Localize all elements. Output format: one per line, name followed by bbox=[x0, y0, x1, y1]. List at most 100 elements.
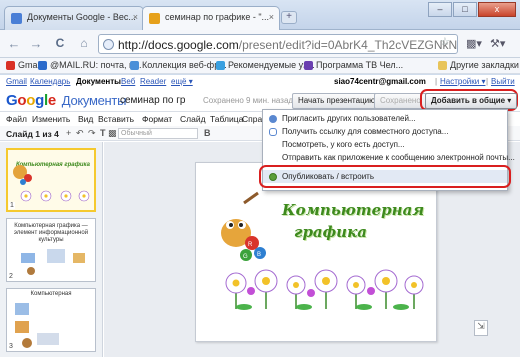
tab-seminar[interactable]: семинар по графике - "... × bbox=[142, 6, 280, 30]
bookmark-label: @MAIL.RU: почта, н... bbox=[50, 60, 142, 70]
gbar-calendar-link[interactable]: Календарь bbox=[30, 77, 70, 86]
docs-page: Gmail Календарь Документы Веб Reader ещё… bbox=[0, 75, 520, 357]
window-controls: – □ x bbox=[428, 2, 516, 17]
dd-email-attachment[interactable]: Отправить как приложение к сообщению эле… bbox=[263, 151, 515, 164]
menu-table[interactable]: Таблица bbox=[210, 114, 243, 124]
dd-see-access[interactable]: Посмотреть, у кого есть доступ... bbox=[263, 138, 507, 151]
url-path: /present/edit?id=0AbrK4_Th2cVEZGNkNjc2c2… bbox=[238, 38, 458, 52]
new-tab-button[interactable]: + bbox=[281, 11, 297, 24]
back-arrow-icon[interactable]: ← bbox=[4, 35, 24, 53]
gbar-separator: | bbox=[435, 77, 438, 86]
slide-number: 1 bbox=[9, 202, 15, 209]
settings-link[interactable]: Настройки ▾ bbox=[440, 77, 485, 86]
forward-arrow-icon[interactable]: → bbox=[26, 35, 46, 53]
dd-item-label: Получить ссылку для совместного доступа.… bbox=[282, 127, 449, 136]
browser-titlebar: Документы Google - Вес... × семинар по г… bbox=[0, 0, 520, 30]
saved-status: Сохранено 9 мин. назад bbox=[203, 96, 294, 105]
bookmark-star-icon[interactable]: ☆ bbox=[440, 35, 450, 48]
gbar-more-link[interactable]: ещё ▾ bbox=[171, 77, 193, 86]
signout-link[interactable]: Выйти bbox=[491, 77, 515, 86]
gbar-reader-link[interactable]: Reader bbox=[140, 77, 166, 86]
redo-icon[interactable]: ↷ bbox=[88, 128, 96, 139]
image-icon[interactable]: ▩ bbox=[108, 128, 117, 139]
logo-product-name: Документы bbox=[61, 93, 127, 108]
page-icon bbox=[130, 61, 139, 70]
bookmark-label: Другие закладки bbox=[450, 60, 519, 70]
bookmarks-bar: Gmail @MAIL.RU: почта, н... Коллекция ве… bbox=[0, 58, 520, 74]
text-box-icon[interactable]: T bbox=[100, 128, 106, 138]
tab-close-icon[interactable]: × bbox=[269, 12, 274, 22]
share-button[interactable]: Добавить в общие ▾ bbox=[425, 93, 518, 109]
thumb-artwork bbox=[21, 249, 85, 275]
menu-slide[interactable]: Слайд bbox=[180, 114, 206, 124]
thumb-artwork bbox=[15, 303, 59, 348]
gbar-web-link[interactable]: Веб bbox=[121, 77, 135, 86]
slide-thumb-3[interactable]: Компьютерная 3 bbox=[6, 288, 96, 352]
address-bar[interactable]: http://docs.google.com/present/edit?id=0… bbox=[98, 34, 458, 54]
dd-item-label: Посмотреть, у кого есть доступ... bbox=[282, 140, 405, 149]
dd-get-link[interactable]: Получить ссылку для совместного доступа.… bbox=[263, 125, 507, 138]
tab-label: семинар по графике - "... bbox=[165, 12, 270, 22]
reload-icon[interactable]: C bbox=[50, 35, 70, 53]
bookmark-webfr[interactable]: Коллекция веб-фр... bbox=[130, 60, 227, 70]
tab-google-docs[interactable]: Документы Google - Вес... × bbox=[4, 6, 144, 30]
thumb-artwork bbox=[13, 165, 90, 202]
mailru-icon bbox=[38, 61, 47, 70]
gbar-gmail-link[interactable]: Gmail bbox=[6, 77, 27, 86]
bookmark-label: Программа ТВ Чел... bbox=[316, 60, 404, 70]
slide-title-line1[interactable]: Компьютерная bbox=[282, 201, 424, 219]
user-email: siao74centr@gmail.com bbox=[334, 77, 426, 86]
slide-thumb-2[interactable]: Компьютерная графика — элемент информаци… bbox=[6, 218, 96, 282]
slide-number: 2 bbox=[8, 273, 14, 280]
people-icon bbox=[269, 115, 277, 123]
bookmark-gmail[interactable]: Gmail bbox=[6, 60, 42, 70]
slide-number: 3 bbox=[8, 343, 14, 350]
dd-invite-people[interactable]: Пригласить других пользователей... bbox=[263, 112, 507, 125]
bold-icon[interactable]: B bbox=[204, 128, 211, 138]
share-dropdown: Пригласить других пользователей... Получ… bbox=[259, 109, 515, 191]
google-docs-logo[interactable]: Google Документы bbox=[6, 92, 126, 109]
home-icon[interactable]: ⌂ bbox=[74, 35, 94, 53]
bookmark-label: Коллекция веб-фр... bbox=[142, 60, 227, 70]
url-host: http://docs.google.com bbox=[118, 38, 239, 52]
undo-icon[interactable]: ↶ bbox=[76, 128, 84, 139]
star-page-icon bbox=[216, 61, 225, 70]
svg-text:R: R bbox=[248, 242, 253, 248]
bookmark-recommended[interactable]: Рекомендуемые уз... bbox=[216, 60, 315, 70]
resize-handle-icon[interactable]: ⇲ bbox=[474, 320, 488, 336]
tv-icon bbox=[304, 61, 313, 70]
document-title[interactable]: семинар по гр bbox=[120, 95, 185, 106]
folder-icon bbox=[438, 61, 447, 70]
slide-thumb-1[interactable]: Компьютерная графика 1 bbox=[6, 148, 96, 212]
presentation-favicon-icon bbox=[149, 13, 160, 24]
menu-edit[interactable]: Изменить bbox=[32, 114, 70, 124]
globe-icon bbox=[103, 39, 114, 50]
browser-toolbar: ← → C ⌂ http://docs.google.com/present/e… bbox=[0, 30, 520, 58]
slide-title-line2[interactable]: графика bbox=[294, 223, 367, 241]
tab-close-icon[interactable]: × bbox=[133, 12, 138, 22]
bookmark-tv[interactable]: Программа ТВ Чел... bbox=[304, 60, 403, 70]
bookmark-other[interactable]: Другие закладки bbox=[438, 60, 519, 70]
docs-favicon-icon bbox=[11, 13, 22, 24]
font-style-select[interactable]: Обычный bbox=[118, 128, 198, 139]
menu-view[interactable]: Вид bbox=[78, 114, 93, 124]
wrench-icon[interactable]: ⚒▾ bbox=[490, 37, 505, 50]
bookmark-label: Рекомендуемые уз... bbox=[228, 60, 315, 70]
dd-item-label: Пригласить других пользователей... bbox=[282, 114, 416, 123]
slide-count: Слайд 1 из 4 bbox=[6, 129, 59, 139]
start-presentation-button[interactable]: Начать презентацию bbox=[292, 93, 382, 109]
menu-format[interactable]: Формат bbox=[142, 114, 172, 124]
minimize-button[interactable]: – bbox=[428, 2, 452, 17]
gbar-docs-link[interactable]: Документы bbox=[76, 77, 121, 86]
saved-button: Сохранено bbox=[374, 93, 427, 109]
google-bar: Gmail Календарь Документы Веб Reader ещё… bbox=[0, 75, 520, 90]
link-icon bbox=[269, 128, 277, 136]
add-slide-icon[interactable]: + bbox=[66, 128, 71, 138]
bookmark-mailru[interactable]: @MAIL.RU: почта, н... bbox=[38, 60, 142, 70]
menu-file[interactable]: Файл bbox=[6, 114, 27, 124]
publish-highlight-ring bbox=[259, 165, 511, 188]
close-window-button[interactable]: x bbox=[478, 2, 516, 17]
menu-insert[interactable]: Вставить bbox=[98, 114, 134, 124]
page-menu-icon[interactable]: ▩▾ bbox=[466, 37, 482, 50]
maximize-button[interactable]: □ bbox=[453, 2, 477, 17]
